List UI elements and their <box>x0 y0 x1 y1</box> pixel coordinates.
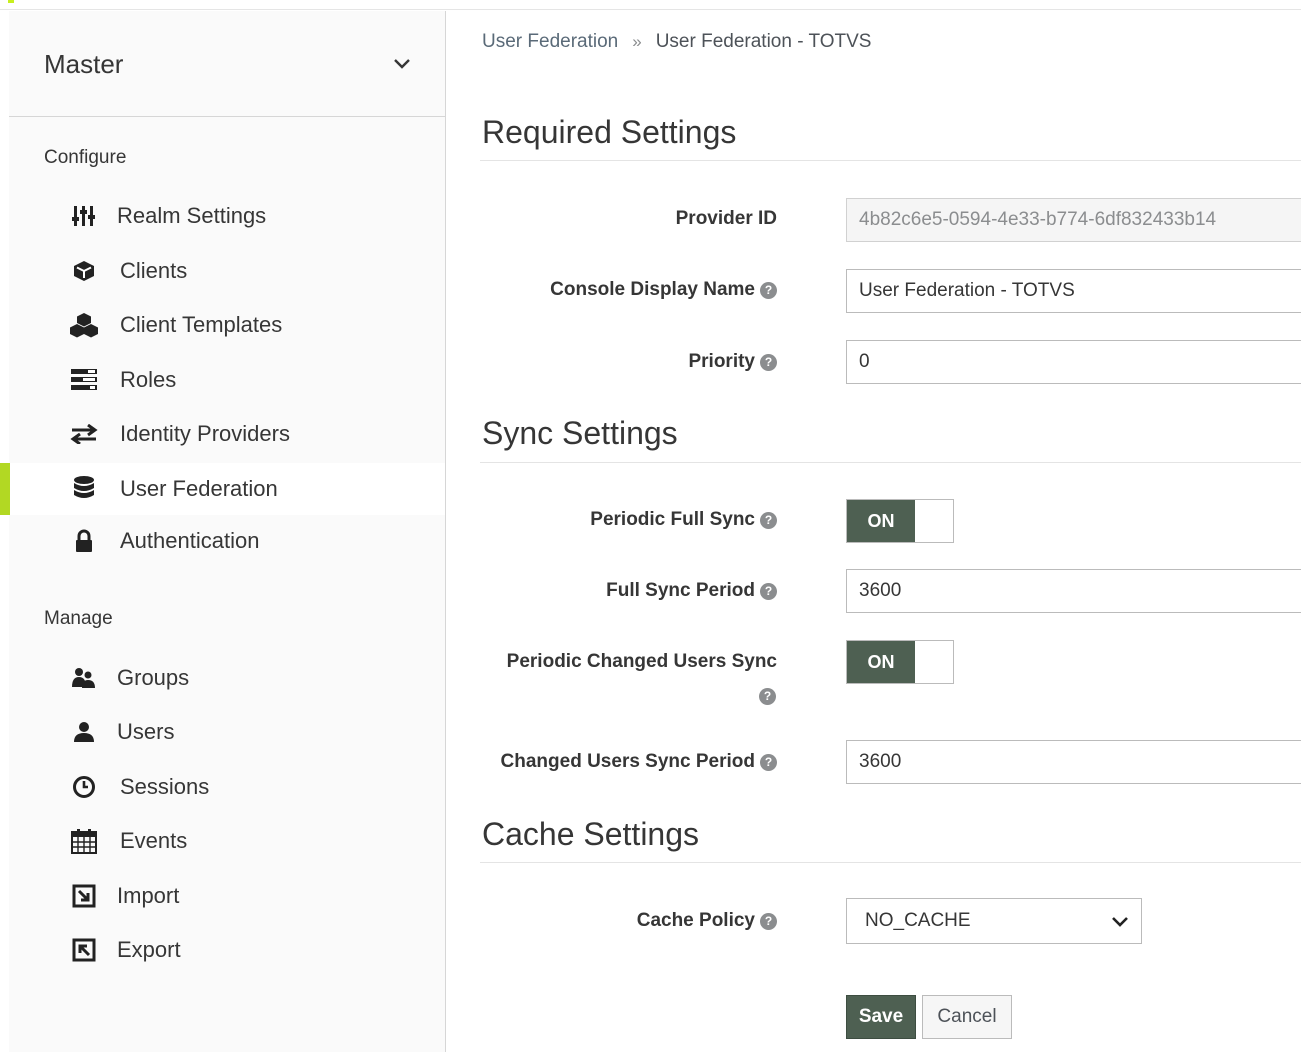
sidebar-item-roles[interactable]: Roles <box>9 354 445 406</box>
full-sync-period-input[interactable]: 3600 <box>846 569 1301 613</box>
sidebar-item-import[interactable]: Import <box>9 870 445 922</box>
sync-settings-title: Sync Settings <box>482 415 678 451</box>
sidebar-item-sessions[interactable]: Sessions <box>9 761 445 813</box>
sidebar-item-groups[interactable]: Groups <box>9 652 445 704</box>
breadcrumb: User Federation » User Federation - TOTV… <box>482 31 871 53</box>
sidebar-item-label: Client Templates <box>120 312 283 337</box>
sidebar-item-label: Users <box>117 719 175 744</box>
label-text: Full Sync Period <box>606 580 755 601</box>
help-icon[interactable]: ? <box>759 688 776 705</box>
sidebar-item-label: Clients <box>120 258 188 283</box>
chevron-down-icon <box>1112 917 1128 927</box>
sidebar: Master Configure Realm Settings Clients … <box>0 11 446 1052</box>
sidebar-item-label: Export <box>117 937 181 962</box>
help-icon[interactable]: ? <box>760 353 777 371</box>
lock-icon <box>69 526 99 556</box>
sidebar-item-label: Roles <box>120 367 177 392</box>
label-text: Periodic Changed Users Sync <box>506 651 777 672</box>
calendar-icon <box>69 826 99 856</box>
sidebar-item-label: Identity Providers <box>120 421 290 446</box>
periodic-changed-users-sync-label: Periodic Changed Users Sync <box>507 651 777 673</box>
sidebar-item-label: Realm Settings <box>117 203 267 228</box>
help-icon[interactable]: ? <box>760 582 777 600</box>
sidebar-item-clients[interactable]: Clients <box>9 245 445 297</box>
manage-section-label: Manage <box>44 608 113 629</box>
sidebar-item-realm-settings[interactable]: Realm Settings <box>9 190 445 242</box>
required-settings-title: Required Settings <box>482 114 737 150</box>
priority-label: Priority? <box>688 351 777 373</box>
toggle-on-label: ON <box>847 641 915 683</box>
exchange-icon <box>69 419 99 449</box>
user-icon <box>69 717 99 747</box>
cube-icon <box>69 256 99 286</box>
sliders-icon <box>69 201 99 231</box>
sidebar-item-label: Sessions <box>120 774 210 799</box>
chevron-down-icon <box>394 59 410 69</box>
export-icon <box>69 935 99 965</box>
help-icon[interactable]: ? <box>760 912 777 930</box>
database-icon <box>69 474 99 504</box>
sidebar-item-authentication[interactable]: Authentication <box>9 515 445 567</box>
help-icon[interactable]: ? <box>760 281 777 299</box>
cubes-icon <box>69 310 99 340</box>
sidebar-item-events[interactable]: Events <box>9 815 445 867</box>
realm-name: Master <box>44 49 124 79</box>
cache-policy-selected: NO_CACHE <box>865 910 971 931</box>
sidebar-item-users[interactable]: Users <box>9 706 445 758</box>
section-divider <box>480 160 1301 161</box>
changed-users-sync-period-label: Changed Users Sync Period? <box>501 751 777 773</box>
help-icon[interactable]: ? <box>760 511 777 529</box>
top-border <box>0 0 1301 10</box>
label-text: Provider ID <box>675 208 777 229</box>
tasks-icon <box>69 365 99 395</box>
sidebar-item-identity-providers[interactable]: Identity Providers <box>9 408 445 460</box>
cancel-button[interactable]: Cancel <box>922 995 1012 1039</box>
label-text: Cache Policy <box>636 910 755 931</box>
help-icon[interactable]: ? <box>760 753 777 771</box>
cache-policy-select[interactable]: NO_CACHE <box>846 898 1142 944</box>
periodic-changed-users-sync-toggle[interactable]: ON <box>846 640 954 684</box>
users-icon <box>69 663 99 693</box>
sidebar-item-user-federation[interactable]: User Federation <box>0 463 445 515</box>
section-divider <box>480 462 1301 463</box>
sidebar-item-label: User Federation <box>120 476 278 501</box>
provider-id-label: Provider ID <box>676 208 777 230</box>
changed-users-sync-period-input[interactable]: 3600 <box>846 740 1301 784</box>
breadcrumb-separator: » <box>632 32 642 51</box>
label-text: Priority <box>688 351 755 372</box>
sidebar-item-label: Import <box>117 883 180 908</box>
breadcrumb-parent-link[interactable]: User Federation <box>482 31 618 53</box>
import-icon <box>69 881 99 911</box>
sidebar-item-label: Groups <box>117 665 190 690</box>
cache-settings-title: Cache Settings <box>482 816 700 852</box>
top-accent <box>8 0 14 3</box>
console-display-name-input[interactable]: User Federation - TOTVS <box>846 269 1301 313</box>
provider-id-field: 4b82c6e5-0594-4e33-b774-6df832433b14 <box>846 198 1301 242</box>
breadcrumb-current: User Federation - TOTVS <box>655 31 872 52</box>
save-button[interactable]: Save <box>846 995 916 1039</box>
full-sync-period-label: Full Sync Period? <box>606 580 777 602</box>
sidebar-item-label: Authentication <box>120 528 260 553</box>
console-display-name-label: Console Display Name? <box>550 279 777 301</box>
periodic-full-sync-label: Periodic Full Sync? <box>590 509 777 531</box>
sidebar-item-client-templates[interactable]: Client Templates <box>9 299 445 351</box>
periodic-full-sync-toggle[interactable]: ON <box>846 499 954 543</box>
label-text: Changed Users Sync Period <box>500 751 755 772</box>
toggle-on-label: ON <box>847 500 915 542</box>
priority-input[interactable]: 0 <box>846 340 1301 384</box>
configure-section-label: Configure <box>44 147 127 168</box>
sidebar-item-label: Events <box>120 828 188 853</box>
clock-icon <box>69 772 99 802</box>
cache-policy-label: Cache Policy? <box>637 910 777 932</box>
sidebar-item-export[interactable]: Export <box>9 924 445 976</box>
label-text: Console Display Name <box>550 279 755 300</box>
main-content: User Federation » User Federation - TOTV… <box>446 11 1301 1052</box>
section-divider <box>480 862 1301 863</box>
label-text: Periodic Full Sync <box>590 509 755 530</box>
realm-selector[interactable]: Master <box>9 11 445 117</box>
